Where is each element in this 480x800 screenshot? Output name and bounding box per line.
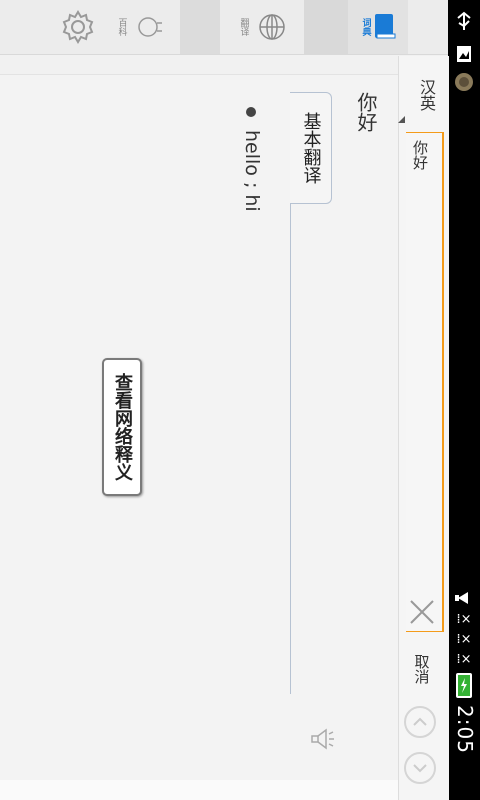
settings-button[interactable] (56, 0, 100, 54)
divider (290, 204, 291, 694)
chevron-down-icon (413, 764, 427, 773)
clock: 下午 2:05 (453, 705, 480, 754)
search-input-value: 你好 (411, 140, 429, 170)
gear-icon (62, 10, 94, 44)
tab-translate[interactable]: 翻译 (220, 0, 304, 54)
lightbulb-icon (137, 17, 162, 37)
signal-x-icon: ⁞× (456, 652, 472, 667)
mute-icon (455, 592, 468, 604)
tab-encyclopedia[interactable]: 百科 (100, 0, 180, 54)
tab-basic-translation[interactable]: 基本翻译 (290, 92, 332, 204)
status-bar: ⁞× ⁞× ⁞× 下午 2:05 (448, 0, 480, 800)
tab-divider (304, 0, 348, 54)
dropdown-corner-icon (398, 116, 405, 123)
tab-dictionary-label: 词典 (360, 18, 371, 36)
book-icon (374, 14, 395, 39)
bottom-strip (0, 780, 398, 800)
record-icon (455, 73, 473, 91)
tab-encyclopedia-label: 百科 (116, 18, 127, 36)
scroll-up-button[interactable] (404, 706, 436, 738)
globe-icon (258, 14, 285, 40)
battery-charging-icon (456, 673, 472, 698)
signal-x-icon: ⁞× (456, 632, 472, 647)
tab-divider (180, 0, 220, 54)
cancel-button[interactable]: 取消 (406, 646, 438, 692)
result-panel (0, 74, 398, 781)
clear-icon[interactable] (406, 597, 438, 627)
speaker-icon[interactable] (306, 724, 336, 754)
image-icon (457, 46, 471, 62)
view-network-meaning-label: 查看网络释义 (112, 373, 133, 481)
query-word: 你好 (354, 92, 378, 132)
tab-basic-translation-label: 基本翻译 (300, 112, 322, 184)
usb-icon (457, 11, 471, 30)
tab-dictionary[interactable]: 词典 (348, 0, 408, 54)
language-direction-selector[interactable]: 汉英 (406, 60, 446, 130)
tab-translate-label: 翻译 (238, 18, 249, 36)
top-toolbar: 词典 翻译 百科 (0, 0, 448, 55)
chevron-up-icon (413, 717, 427, 726)
search-input[interactable] (406, 132, 444, 632)
signal-x-icon: ⁞× (456, 612, 472, 627)
bullet-icon (246, 107, 256, 117)
meaning-text: hello ; hi (241, 130, 263, 212)
scroll-down-button[interactable] (404, 752, 436, 784)
view-network-meaning-button[interactable]: 查看网络释义 (102, 358, 142, 496)
